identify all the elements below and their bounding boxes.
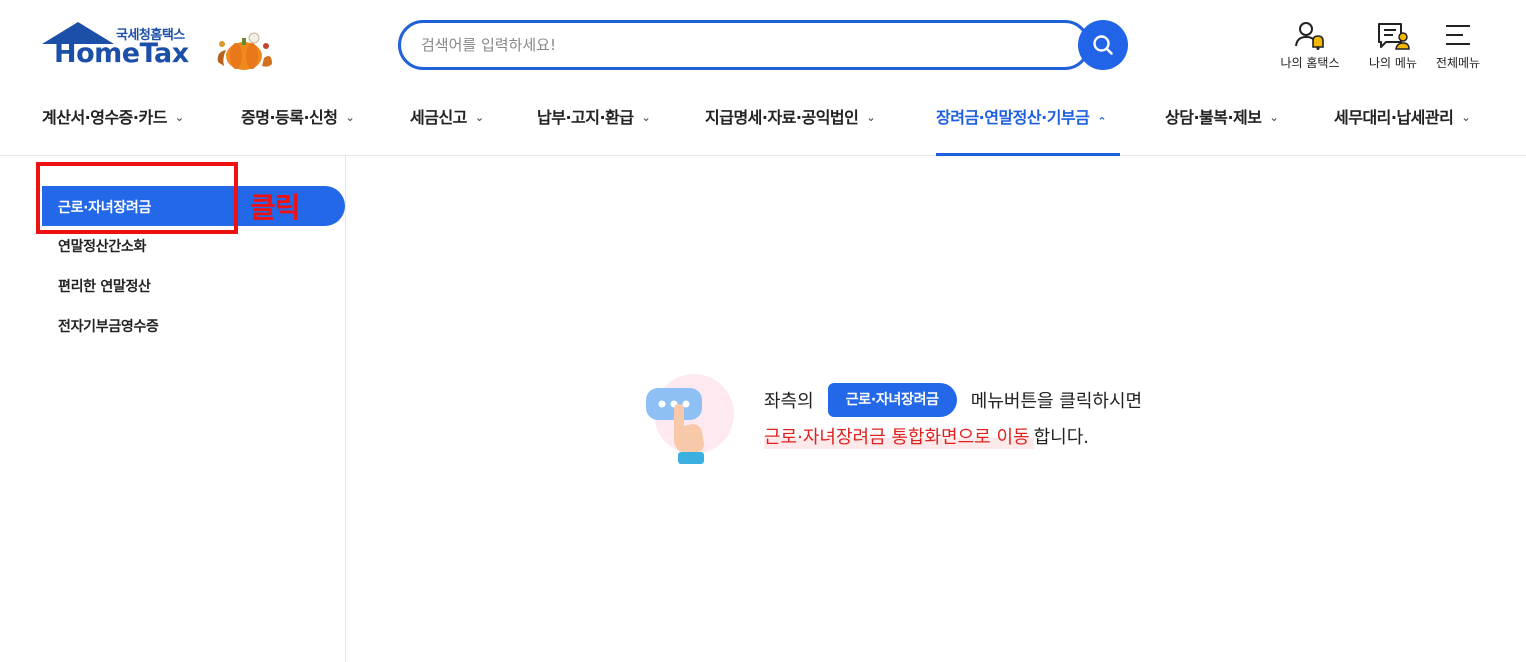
nav-item-payment[interactable]: 납부·고지·환급 ⌄ — [537, 104, 651, 156]
user-bell-icon — [1295, 22, 1324, 50]
nav-item-certificates[interactable]: 증명·등록·신청 ⌄ — [241, 104, 355, 156]
hometax-logo[interactable]: 국세청홈택스 HomeTax — [40, 18, 280, 78]
nav-label: 지급명세·자료·공익법인 — [705, 108, 859, 127]
nav-label: 장려금·연말정산·기부금 — [936, 108, 1090, 127]
chevron-down-icon: ⌄ — [1269, 111, 1279, 124]
guide-text-after: 메뉴버튼을 클릭하시면 — [970, 391, 1143, 412]
guide-text-end: 합니다. — [1033, 427, 1089, 448]
chevron-up-icon: ⌃ — [1097, 115, 1107, 128]
search-input[interactable] — [421, 33, 1061, 57]
my-menu-label: 나의 메뉴 — [1369, 56, 1417, 70]
nav-label: 납부·고지·환급 — [537, 108, 634, 127]
nav-item-tax-filing[interactable]: 세금신고 ⌄ — [410, 104, 484, 156]
all-menu-button[interactable]: 전체메뉴 — [1422, 20, 1494, 72]
nav-item-statements[interactable]: 지급명세·자료·공익법인 ⌄ — [705, 104, 876, 156]
search-button[interactable] — [1078, 20, 1128, 70]
click-annotation-box — [36, 162, 238, 234]
sidebar-item-year-end-simplified[interactable]: 연말정산간소화 — [58, 236, 146, 256]
nav-label: 계산서·영수증·카드 — [42, 108, 167, 127]
nav-label: 증명·등록·신청 — [241, 108, 338, 127]
nav-label: 상담·불복·제보 — [1165, 108, 1262, 127]
pointing-hand-icon — [646, 374, 734, 464]
pumpkin-decoration-icon — [217, 32, 272, 70]
click-annotation-label: 클릭 — [250, 191, 301, 224]
nav-label: 세무대리·납세관리 — [1334, 108, 1454, 127]
nav-label: 세금신고 — [410, 108, 467, 127]
all-menu-label: 전체메뉴 — [1435, 56, 1481, 70]
chevron-down-icon: ⌄ — [1461, 111, 1471, 124]
search-icon — [1093, 35, 1113, 55]
chevron-down-icon: ⌄ — [474, 111, 484, 124]
my-menu-icon — [1378, 23, 1410, 50]
sidebar-item-convenient-year-end[interactable]: 편리한 연말정산 — [58, 276, 151, 296]
guide-text-before: 좌측의 — [764, 391, 814, 412]
chevron-down-icon: ⌄ — [866, 111, 876, 124]
guide-message-line1: 좌측의 근로·자녀장려금 메뉴버튼을 클릭하시면 — [764, 383, 1142, 417]
my-menu-button[interactable]: 나의 메뉴 — [1357, 20, 1429, 72]
guide-message-line2: 근로·자녀장려금 통합화면으로 이동 합니다. — [764, 421, 1089, 451]
nav-item-consultation[interactable]: 상담·불복·제보 ⌄ — [1165, 104, 1279, 156]
chevron-down-icon: ⌄ — [345, 111, 355, 124]
chevron-down-icon: ⌄ — [174, 111, 184, 124]
site-header: 국세청홈택스 HomeTax 나의 홈택스 — [0, 0, 1526, 156]
chevron-down-icon: ⌄ — [641, 111, 651, 124]
search-bar — [398, 20, 1090, 70]
my-hometax-label: 나의 홈택스 — [1280, 56, 1340, 70]
logo-english-text: HomeTax — [54, 38, 189, 69]
nav-item-invoices[interactable]: 계산서·영수증·카드 ⌄ — [42, 104, 184, 156]
hamburger-icon — [1446, 25, 1470, 45]
my-hometax-button[interactable]: 나의 홈택스 — [1274, 20, 1346, 72]
main-nav: 계산서·영수증·카드 ⌄ 증명·등록·신청 ⌄ 세금신고 ⌄ 납부·고지·환급 ⌄ 지급… — [0, 88, 1526, 156]
guide-highlight-text: 근로·자녀장려금 통합화면으로 이동 — [764, 423, 1034, 449]
nav-active-underline — [936, 153, 1120, 156]
guide-menu-chip: 근로·자녀장려금 — [827, 383, 957, 417]
nav-item-incentives[interactable]: 장려금·연말정산·기부금 ⌃ — [936, 104, 1107, 156]
nav-item-tax-agent[interactable]: 세무대리·납세관리 ⌄ — [1334, 104, 1471, 156]
sidebar-item-e-donation-receipt[interactable]: 전자기부금영수증 — [58, 316, 159, 336]
